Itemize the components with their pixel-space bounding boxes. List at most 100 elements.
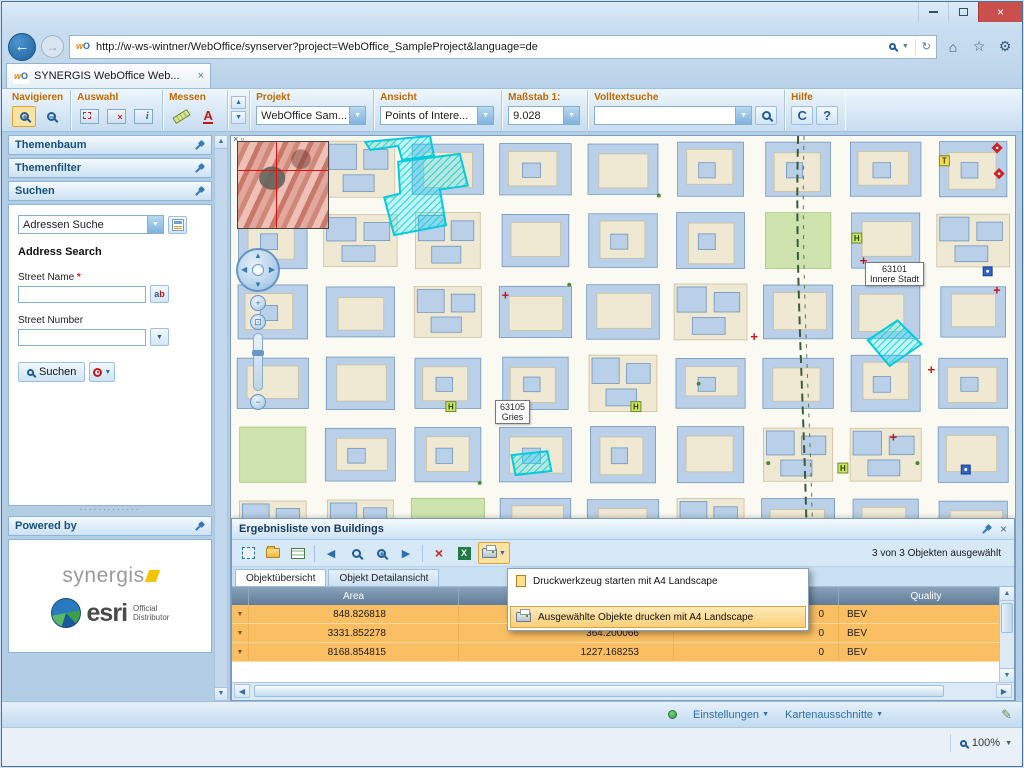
scroll-down-icon[interactable]: ▼ [215, 687, 227, 700]
row-expander-icon[interactable]: ▼ [232, 624, 249, 642]
zoom-in-button[interactable]: + [250, 295, 266, 311]
next-object-button[interactable]: ▶ [395, 542, 417, 564]
panel-header-powered-by[interactable]: Powered by [8, 516, 212, 536]
synergis-mark-icon [144, 570, 159, 582]
table-horizontal-scrollbar[interactable]: ◀ ▶ [232, 682, 1014, 699]
forward-button[interactable]: → [41, 35, 64, 58]
panel-header-suchen[interactable]: Suchen [8, 181, 212, 201]
fulltext-search-input[interactable]: ▼ [594, 106, 752, 125]
pan-right-icon[interactable]: ▶ [269, 265, 275, 274]
select-rectangle-tool[interactable] [77, 106, 101, 127]
clear-selection-tool[interactable]: × [104, 106, 128, 127]
label-tool[interactable]: A [196, 106, 220, 127]
map-viewport[interactable]: H H H H T + + + + + + [230, 135, 1016, 701]
panel-header-themenbaum[interactable]: Themenbaum [8, 135, 212, 155]
scroll-left-icon[interactable]: ◀ [234, 684, 250, 698]
scroll-up-icon[interactable]: ▲ [215, 136, 227, 149]
table-vertical-scrollbar[interactable]: ▲ ▼ [999, 587, 1014, 682]
browser-zoom-control[interactable]: 100% ▼ [950, 734, 1012, 752]
panel-splitter[interactable]: ············· [8, 506, 212, 516]
redlining-pencil-icon[interactable]: ✎ [1001, 707, 1012, 723]
identify-tool[interactable]: i [131, 106, 155, 127]
street-name-input[interactable] [18, 286, 146, 303]
zoom-out-tool[interactable]: − [39, 106, 63, 127]
row-expander-icon[interactable]: ▼ [232, 643, 249, 661]
zoom-slider[interactable] [253, 333, 263, 391]
previous-object-button[interactable]: ◀ [320, 542, 342, 564]
pin-icon[interactable] [194, 163, 205, 174]
zoom-slider-thumb[interactable] [252, 350, 264, 356]
street-number-dropdown-button[interactable]: ▼ [150, 328, 169, 346]
search-form-button[interactable] [168, 216, 187, 234]
zoom-out-button[interactable]: − [250, 394, 266, 410]
refresh-icon[interactable]: ↻ [922, 40, 931, 53]
copy-button[interactable] [262, 542, 284, 564]
street-number-input[interactable] [18, 329, 146, 346]
address-field[interactable]: wO http://w-ws-wintner/WebOffice/synserv… [69, 35, 937, 59]
zoom-to-selection-button[interactable] [345, 542, 367, 564]
header-area[interactable]: Area [249, 587, 459, 605]
results-header[interactable]: Ergebnisliste von Buildings × [232, 519, 1014, 540]
zoom-to-object-button[interactable]: + [370, 542, 392, 564]
tab-close-icon[interactable]: × [198, 70, 204, 82]
select-objects-button[interactable] [237, 542, 259, 564]
address-dropdown-icon[interactable]: ▼ [902, 43, 909, 50]
search-type-select[interactable]: Adressen Suche▼ [18, 215, 164, 234]
context-help-button[interactable]: C [791, 106, 813, 125]
pin-icon[interactable] [981, 524, 992, 535]
scroll-right-icon[interactable]: ▶ [996, 684, 1012, 698]
sidebar-scrollbar[interactable]: ▲ ▼ [214, 135, 228, 701]
minimize-button[interactable] [918, 2, 948, 22]
table-row[interactable]: ▼ 8168.854815 1227.168253 0 BEV [232, 643, 1014, 662]
measure-tool[interactable] [169, 106, 193, 127]
remove-selection-button[interactable]: × [428, 542, 450, 564]
settings-gear-icon[interactable]: ⚙ [994, 38, 1016, 55]
autocomplete-button[interactable]: ab [150, 285, 169, 303]
scroll-down-icon[interactable]: ▼ [1000, 668, 1014, 682]
header-quality[interactable]: Quality [839, 587, 1014, 605]
maximize-button[interactable] [948, 2, 978, 22]
home-icon[interactable]: ⌂ [942, 39, 964, 55]
scroll-up-icon[interactable]: ▲ [1000, 587, 1014, 601]
zoom-in-tool[interactable]: + [12, 106, 36, 127]
panel-header-themenfilter[interactable]: Themenfilter [8, 158, 212, 178]
close-button[interactable]: × [978, 2, 1022, 22]
kartenausschnitte-menu[interactable]: Kartenausschnitte▼ [785, 709, 883, 721]
zoom-extent-button[interactable]: ⊡ [250, 314, 266, 330]
browser-tab[interactable]: wO SYNERGIS WebOffice Web... × [6, 63, 211, 88]
close-results-icon[interactable]: × [1000, 522, 1007, 536]
view-select[interactable]: Points of Intere...▼ [380, 106, 494, 125]
pan-up-icon[interactable]: ▲ [254, 251, 262, 260]
row-expander-icon[interactable]: ▼ [232, 605, 249, 623]
pan-compass[interactable]: ▲ ▼ ◀ ▶ [236, 248, 280, 292]
toolbar-scroll-up-icon[interactable]: ▲ [231, 96, 246, 109]
scale-select[interactable]: 9.028▼ [508, 106, 580, 125]
pan-left-icon[interactable]: ◀ [241, 265, 247, 274]
pin-icon[interactable] [194, 186, 205, 197]
fulltext-search-button[interactable] [755, 106, 777, 125]
project-select[interactable]: WebOffice Sam...▼ [256, 106, 366, 125]
pan-center-icon[interactable] [252, 264, 264, 276]
table-button[interactable] [287, 542, 309, 564]
einstellungen-menu[interactable]: Einstellungen▼ [693, 709, 769, 721]
overview-map-inset[interactable] [237, 141, 329, 229]
address-search-icon[interactable] [889, 41, 896, 53]
scrollbar-thumb[interactable] [1001, 603, 1013, 633]
toolbar-scroll-down-icon[interactable]: ▼ [231, 111, 246, 124]
export-excel-button[interactable]: X [453, 542, 475, 564]
pan-down-icon[interactable]: ▼ [254, 280, 262, 289]
menu-item-print-tool[interactable]: Druckwerkzeug starten mit A4 Landscape [510, 571, 806, 591]
help-button[interactable]: ? [816, 106, 838, 125]
pin-icon[interactable] [194, 140, 205, 151]
search-submit-button[interactable]: Suchen [18, 362, 85, 382]
scrollbar-thumb[interactable] [254, 685, 944, 697]
tab-objektuebersicht[interactable]: Objektübersicht [235, 569, 326, 586]
tab-objekt-detailansicht[interactable]: Objekt Detailansicht [328, 569, 439, 586]
search-options-button[interactable]: ▼ [89, 362, 115, 382]
back-button[interactable]: ← [8, 33, 36, 61]
favorites-icon[interactable]: ☆ [968, 38, 990, 55]
menu-item-print-selected[interactable]: Ausgewählte Objekte drucken mit A4 Lands… [510, 606, 806, 628]
map-navigation-control[interactable]: ▲ ▼ ◀ ▶ + ⊡ − [235, 248, 281, 410]
print-button[interactable]: ▼ [478, 542, 510, 564]
pin-icon[interactable] [194, 521, 205, 532]
